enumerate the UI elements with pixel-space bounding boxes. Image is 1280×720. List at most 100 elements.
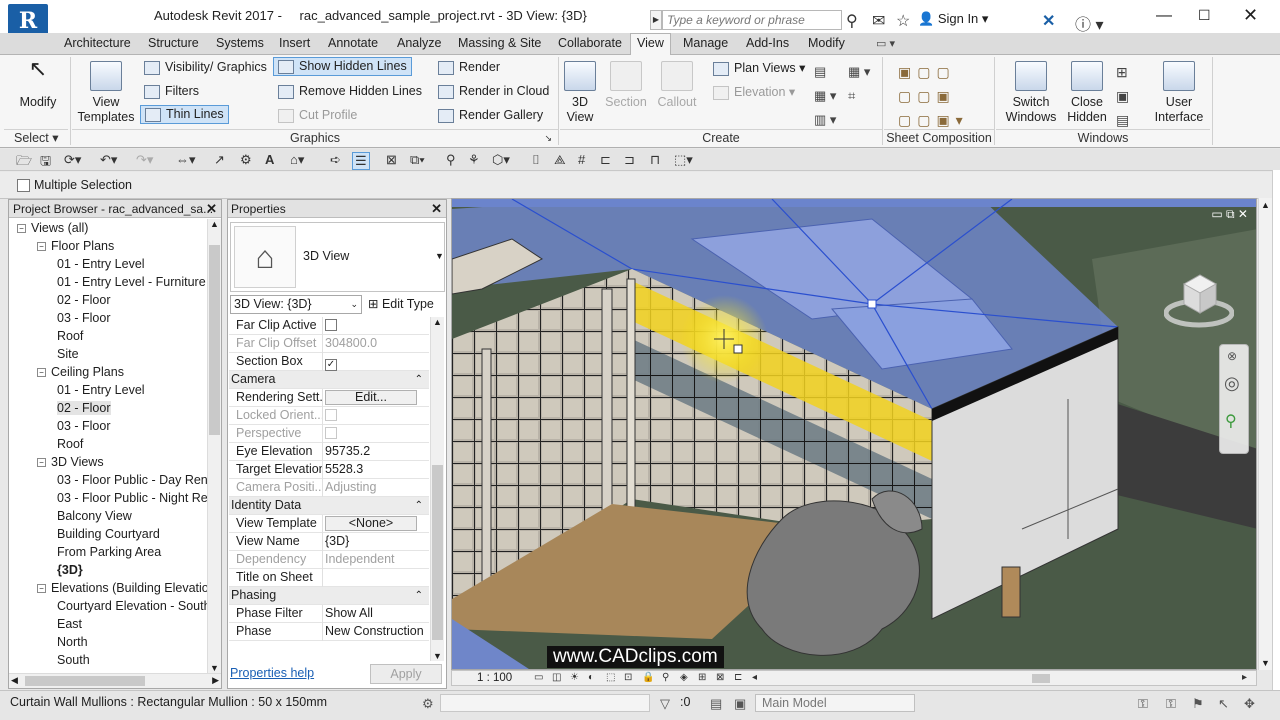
tree-item[interactable]: 01 - Entry Level	[57, 381, 145, 399]
callout-button[interactable]: Callout	[654, 61, 700, 110]
constraints-icon[interactable]: ◂	[752, 672, 757, 683]
type-selector[interactable]: ⌂ 3D View ▼	[230, 222, 445, 292]
property-value[interactable]: Show All	[324, 605, 428, 622]
switch-windows-button[interactable]: Switch Windows	[1004, 61, 1058, 125]
exchange-apps-icon[interactable]: ✕	[1042, 11, 1055, 31]
selection-count[interactable]: :0	[680, 695, 690, 709]
measure-icon[interactable]: ⇔▾	[176, 152, 196, 168]
dimension-icon[interactable]: ↗	[214, 152, 225, 168]
scroll-down-icon[interactable]: ▼	[210, 663, 219, 673]
scroll-up-icon[interactable]: ▲	[433, 317, 442, 327]
property-row[interactable]: Phase Filter Show All	[229, 605, 429, 623]
minimize-window-icon[interactable]: —	[1156, 7, 1172, 25]
create-small-tools[interactable]: ▤ ▦ ▾ ▥ ▾	[814, 60, 836, 132]
tree-item[interactable]: From Parking Area	[57, 543, 161, 561]
undo-icon[interactable]: ↶▾	[100, 152, 117, 168]
tool-icon-3[interactable]: ⬡▾	[492, 152, 510, 168]
collapse-group-icon[interactable]: ⌃	[415, 587, 423, 604]
building-3d-model[interactable]	[452, 199, 1257, 670]
tool-icon-4[interactable]: ⌷	[532, 152, 540, 168]
tree-item[interactable]: 02 - Floor	[57, 399, 111, 417]
tree-item[interactable]: North	[57, 633, 88, 651]
switch-windows-qat-icon[interactable]: ⧉▾	[410, 152, 425, 168]
tab-view[interactable]: View	[630, 33, 671, 56]
sheet-composition-tools[interactable]: ▣▢▢ ▢▢▣ ▢▢▣▾	[898, 60, 969, 132]
tree-item[interactable]: 02 - Floor	[57, 291, 111, 309]
tool-icon-7[interactable]: ⊐	[624, 152, 635, 168]
section-button[interactable]: Section	[604, 61, 648, 110]
plan-views-button[interactable]: Plan Views ▾	[713, 60, 805, 76]
select-panel-label[interactable]: Select ▾	[4, 129, 68, 147]
tool-icon-2[interactable]: ⚘	[468, 152, 480, 168]
temporary-hide-icon[interactable]: ⚲	[662, 672, 669, 683]
open-icon[interactable]: 🗁	[16, 152, 32, 174]
tag-icon[interactable]: ⚙	[240, 152, 252, 168]
tab-collaborate[interactable]: Collaborate	[556, 36, 624, 50]
binoculars-icon[interactable]: ⚲	[846, 11, 858, 31]
thin-lines-button[interactable]: Thin Lines	[140, 105, 229, 124]
tab-insert[interactable]: Insert	[277, 36, 312, 50]
tree-item[interactable]: − Views (all)	[17, 219, 88, 237]
modify-button[interactable]: ↖ Modify	[14, 58, 62, 110]
scroll-left-icon[interactable]: ◀	[11, 675, 18, 686]
shadows-icon[interactable]: ◐	[588, 672, 594, 683]
analytical-model-icon[interactable]: ⊞	[698, 672, 706, 683]
user-interface-button[interactable]: User Interface	[1150, 61, 1208, 125]
3d-view-button[interactable]: 3D View	[562, 61, 598, 125]
editable-only-icon[interactable]: ▤	[710, 696, 722, 712]
redo-icon[interactable]: ↷▾	[136, 152, 153, 168]
viewport-vertical-scrollbar[interactable]: ▲ ▼	[1258, 198, 1272, 670]
apply-button[interactable]: Apply	[370, 664, 442, 684]
collapse-group-icon[interactable]: ⌃	[415, 497, 423, 514]
select-by-face-icon[interactable]: ↖	[1218, 696, 1229, 712]
ribbon-minimize-icon[interactable]: ▭ ▾	[876, 37, 895, 50]
help-icon[interactable]: ⓘ ▾	[1075, 11, 1103, 35]
property-row[interactable]: Far Clip Offset 304800.0	[229, 335, 429, 353]
tree-item[interactable]: 03 - Floor	[57, 417, 111, 435]
drag-elements-icon[interactable]: ✥	[1244, 696, 1255, 712]
tree-item[interactable]: 01 - Entry Level - Furniture	[57, 273, 206, 291]
scrollbar-thumb[interactable]	[209, 245, 220, 435]
property-row[interactable]: Locked Orient...	[229, 407, 429, 425]
scrollbar-thumb[interactable]	[25, 676, 145, 686]
property-group-header[interactable]: Phasing ⌃	[229, 587, 429, 605]
tool-icon-1[interactable]: ⚲	[446, 152, 456, 168]
design-options-field[interactable]	[440, 694, 650, 712]
lock-icon[interactable]: 🔒	[642, 672, 654, 683]
text-icon[interactable]: A	[265, 152, 274, 167]
sign-in-button[interactable]: 👤 Sign In ▾	[918, 11, 988, 27]
tab-systems[interactable]: Systems	[214, 36, 266, 50]
property-group-header[interactable]: Camera ⌃	[229, 371, 429, 389]
scroll-right-icon[interactable]: ▸	[1242, 672, 1247, 683]
tool-icon-8[interactable]: ⊓	[650, 152, 660, 168]
scroll-up-icon[interactable]: ▲	[210, 219, 219, 229]
select-links-icon[interactable]: ⚿	[1138, 696, 1148, 712]
tab-analyze[interactable]: Analyze	[395, 36, 443, 50]
property-row[interactable]: Section Box ✓	[229, 353, 429, 371]
property-button[interactable]: <None>	[324, 515, 428, 532]
communication-icon[interactable]: ✉	[872, 11, 885, 31]
checkbox-checked-icon[interactable]: ✓	[325, 359, 337, 371]
checkbox-empty-icon[interactable]	[325, 319, 337, 331]
zoom-icon[interactable]: ⚲	[1225, 411, 1237, 431]
render-gallery-button[interactable]: Render Gallery	[438, 108, 543, 123]
vertical-scrollbar[interactable]: ▲ ▼	[207, 219, 221, 673]
tree-item[interactable]: 03 - Floor	[57, 309, 111, 327]
thin-lines-qat-icon[interactable]: ☰	[352, 152, 370, 170]
tab-modify[interactable]: Modify	[806, 36, 847, 50]
edit-type-button[interactable]: ⊞ Edit Type	[368, 296, 434, 311]
property-button-label[interactable]: <None>	[325, 516, 417, 531]
tree-item[interactable]: Site	[57, 345, 79, 363]
tool-icon-6[interactable]: ⊏	[600, 152, 611, 168]
scroll-right-icon[interactable]: ▶	[212, 675, 219, 686]
property-row[interactable]: Perspective	[229, 425, 429, 443]
tree-item[interactable]: Building Courtyard	[57, 525, 160, 543]
tab-structure[interactable]: Structure	[146, 36, 201, 50]
property-button-label[interactable]: Edit...	[325, 390, 417, 405]
collapse-group-icon[interactable]: ⌃	[415, 371, 423, 388]
property-row[interactable]: View Template <None>	[229, 515, 429, 533]
3d-viewport[interactable]: ▭ ⧉ ✕ ⊗ ◎ ⚲ www.CADclips.com	[451, 198, 1257, 670]
tab-annotate[interactable]: Annotate	[326, 36, 380, 50]
tree-item[interactable]: −3D Views	[37, 453, 104, 471]
tree-item[interactable]: 03 - Floor Public - Day Rendering	[57, 471, 207, 489]
